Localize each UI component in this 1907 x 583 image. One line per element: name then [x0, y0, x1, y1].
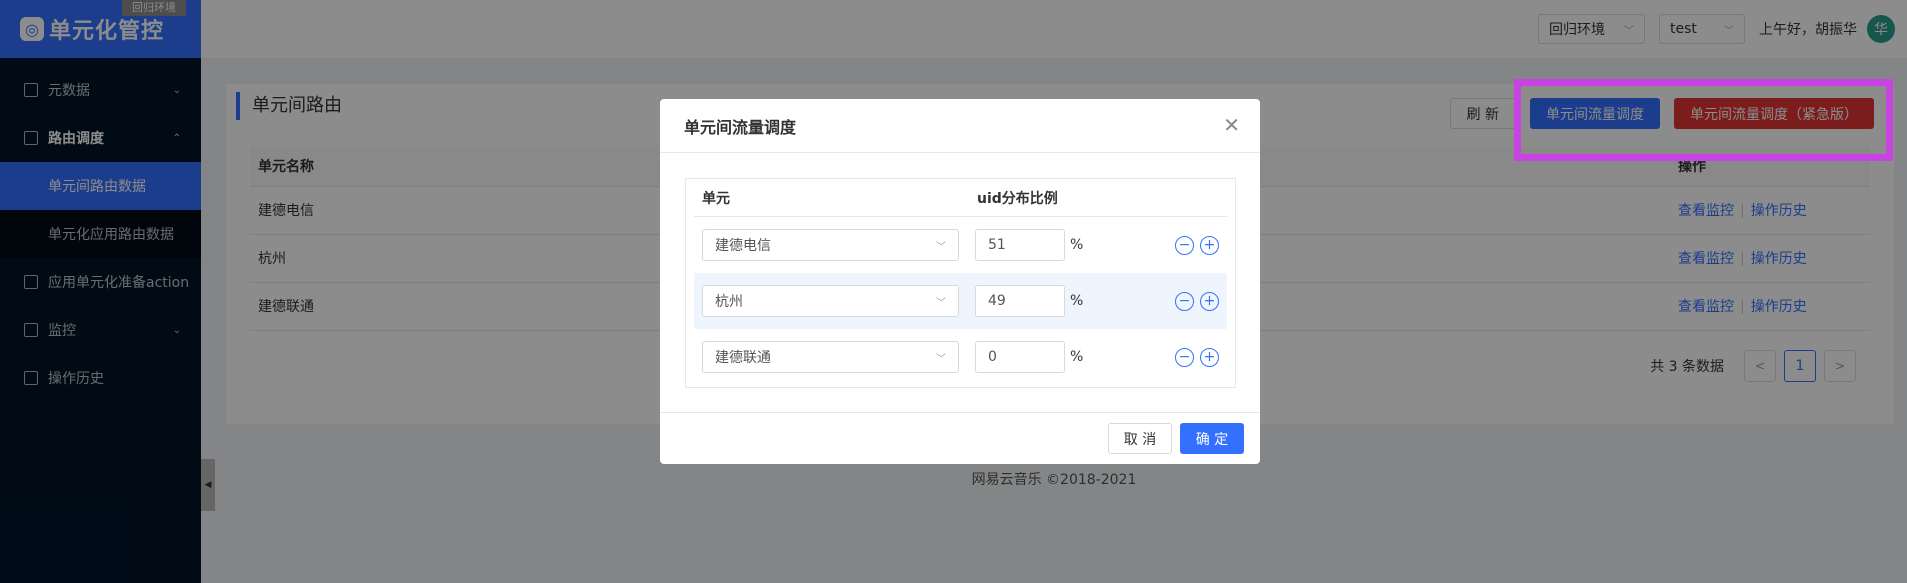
- unit-select[interactable]: 杭州 ﹀: [702, 285, 959, 317]
- row-ops: − +: [1169, 235, 1219, 255]
- chevron-down-icon: ﹀: [936, 297, 946, 309]
- chevron-down-icon: ﹀: [936, 353, 946, 365]
- ratio-editor-header: 单元 uid分布比例: [694, 179, 1227, 217]
- column-header-ratio: uid分布比例: [977, 190, 1058, 207]
- plus-circle-icon[interactable]: +: [1200, 347, 1219, 367]
- column-header-unit: 单元: [702, 190, 730, 207]
- confirm-button[interactable]: 确 定: [1180, 423, 1244, 454]
- percent-sign: %: [1070, 237, 1084, 253]
- minus-circle-icon[interactable]: −: [1175, 347, 1194, 367]
- ratio-row: 杭州 ﹀ 49 % − +: [694, 273, 1227, 329]
- modal-header: 单元间流量调度 ✕: [660, 99, 1260, 153]
- ratio-row: 建德联通 ﹀ 0 % − +: [694, 329, 1227, 385]
- plus-circle-icon[interactable]: +: [1200, 291, 1219, 311]
- percent-sign: %: [1070, 349, 1084, 365]
- ratio-input[interactable]: 0: [975, 341, 1065, 373]
- close-icon[interactable]: ✕: [1223, 113, 1240, 137]
- traffic-dispatch-modal: 单元间流量调度 ✕ 单元 uid分布比例 建德电信 ﹀ 51 % − + 杭州 …: [660, 99, 1260, 464]
- unit-select-value: 建德电信: [715, 238, 771, 254]
- minus-circle-icon[interactable]: −: [1175, 235, 1194, 255]
- ratio-row: 建德电信 ﹀ 51 % − +: [694, 217, 1227, 273]
- row-ops: − +: [1169, 291, 1219, 311]
- chevron-down-icon: ﹀: [936, 241, 946, 253]
- ratio-input[interactable]: 51: [975, 229, 1065, 261]
- unit-select[interactable]: 建德电信 ﹀: [702, 229, 959, 261]
- modal-footer: 取 消 确 定: [660, 412, 1260, 464]
- minus-circle-icon[interactable]: −: [1175, 291, 1194, 311]
- unit-select-value: 杭州: [715, 294, 743, 310]
- unit-select-value: 建德联通: [715, 350, 771, 366]
- row-ops: − +: [1169, 347, 1219, 367]
- modal-title: 单元间流量调度: [684, 117, 797, 137]
- ratio-input[interactable]: 49: [975, 285, 1065, 317]
- cancel-button[interactable]: 取 消: [1108, 423, 1172, 454]
- annotation-highlight-box: [1514, 79, 1893, 161]
- plus-circle-icon[interactable]: +: [1200, 235, 1219, 255]
- unit-select[interactable]: 建德联通 ﹀: [702, 341, 959, 373]
- ratio-editor: 单元 uid分布比例 建德电信 ﹀ 51 % − + 杭州 ﹀ 49 % − +…: [685, 178, 1236, 388]
- percent-sign: %: [1070, 293, 1084, 309]
